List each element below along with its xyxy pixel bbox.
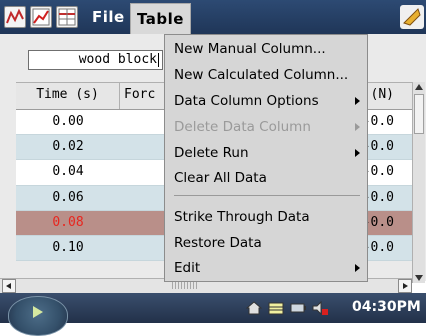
submenu-arrow-icon — [355, 97, 360, 105]
menu-item-label: Data Column Options — [174, 93, 319, 109]
taskbar: 04:30PM — [0, 293, 426, 336]
keyboard-icon[interactable] — [268, 301, 284, 315]
submenu-arrow-icon — [355, 149, 360, 157]
submenu-arrow-icon — [355, 264, 360, 272]
arrow-tool-icon[interactable] — [400, 5, 424, 29]
menu-item-label: Delete Data Column — [174, 119, 311, 135]
menu-item-delete-run[interactable]: Delete Run — [174, 143, 360, 163]
vertical-scroll-thumb[interactable] — [414, 94, 424, 134]
menu-item-label: New Calculated Column... — [174, 67, 349, 83]
scroll-left-icon[interactable] — [2, 279, 16, 293]
time-cell[interactable]: 0.10 — [16, 236, 120, 260]
menu-file[interactable]: File — [92, 8, 125, 26]
menu-item-clear-all-data[interactable]: Clear All Data — [174, 168, 267, 188]
menu-item-label: Clear All Data — [174, 170, 267, 186]
column-header-time[interactable]: Time (s) — [16, 83, 120, 109]
menu-item-label: Edit — [174, 260, 201, 276]
submenu-arrow-icon — [355, 123, 360, 131]
menu-item-strike-through-data[interactable]: Strike Through Data — [174, 207, 310, 227]
scroll-up-icon[interactable] — [415, 84, 423, 90]
table-menu-dropdown: New Manual Column... New Calculated Colu… — [164, 34, 368, 282]
menu-item-label: Restore Data — [174, 235, 262, 251]
horizontal-scroll-grip[interactable] — [172, 281, 198, 289]
menubar: File Table — [0, 0, 426, 34]
home-icon[interactable] — [246, 301, 262, 315]
battery-icon[interactable] — [290, 301, 306, 315]
play-icon — [33, 306, 43, 318]
launcher-button[interactable] — [8, 296, 68, 336]
time-cell[interactable]: 0.06 — [16, 186, 120, 210]
menu-item-label: New Manual Column... — [174, 41, 326, 57]
menu-item-data-column-options[interactable]: Data Column Options — [174, 91, 360, 111]
menu-item-new-calculated-column[interactable]: New Calculated Column... — [174, 65, 348, 85]
menu-table[interactable]: Table — [130, 3, 191, 34]
clock: 04:30PM — [352, 299, 421, 315]
time-cell[interactable]: 0.02 — [16, 135, 120, 159]
scroll-down-icon[interactable] — [415, 275, 423, 281]
menu-item-label: Delete Run — [174, 145, 249, 161]
table-view-icon[interactable] — [56, 6, 78, 28]
time-cell[interactable]: 0.08 — [16, 211, 120, 235]
time-cell[interactable]: 0.04 — [16, 160, 120, 184]
menu-item-label: Strike Through Data — [174, 209, 310, 225]
menu-separator — [174, 195, 360, 196]
menu-item-edit[interactable]: Edit — [174, 258, 360, 278]
chart-view-icon[interactable] — [30, 6, 52, 28]
column-name-value: wood block — [78, 52, 157, 67]
graph-view-icon[interactable] — [4, 6, 26, 28]
vertical-scrollbar[interactable] — [412, 82, 425, 283]
menu-item-delete-data-column: Delete Data Column — [174, 117, 360, 137]
scroll-right-icon[interactable] — [398, 279, 412, 293]
time-cell[interactable]: 0.00 — [16, 110, 120, 134]
menu-item-new-manual-column[interactable]: New Manual Column... — [174, 39, 326, 59]
column-name-field[interactable]: wood block — [28, 50, 163, 70]
text-caret — [158, 52, 159, 67]
volume-muted-icon[interactable] — [312, 301, 328, 315]
menu-item-restore-data[interactable]: Restore Data — [174, 233, 262, 253]
